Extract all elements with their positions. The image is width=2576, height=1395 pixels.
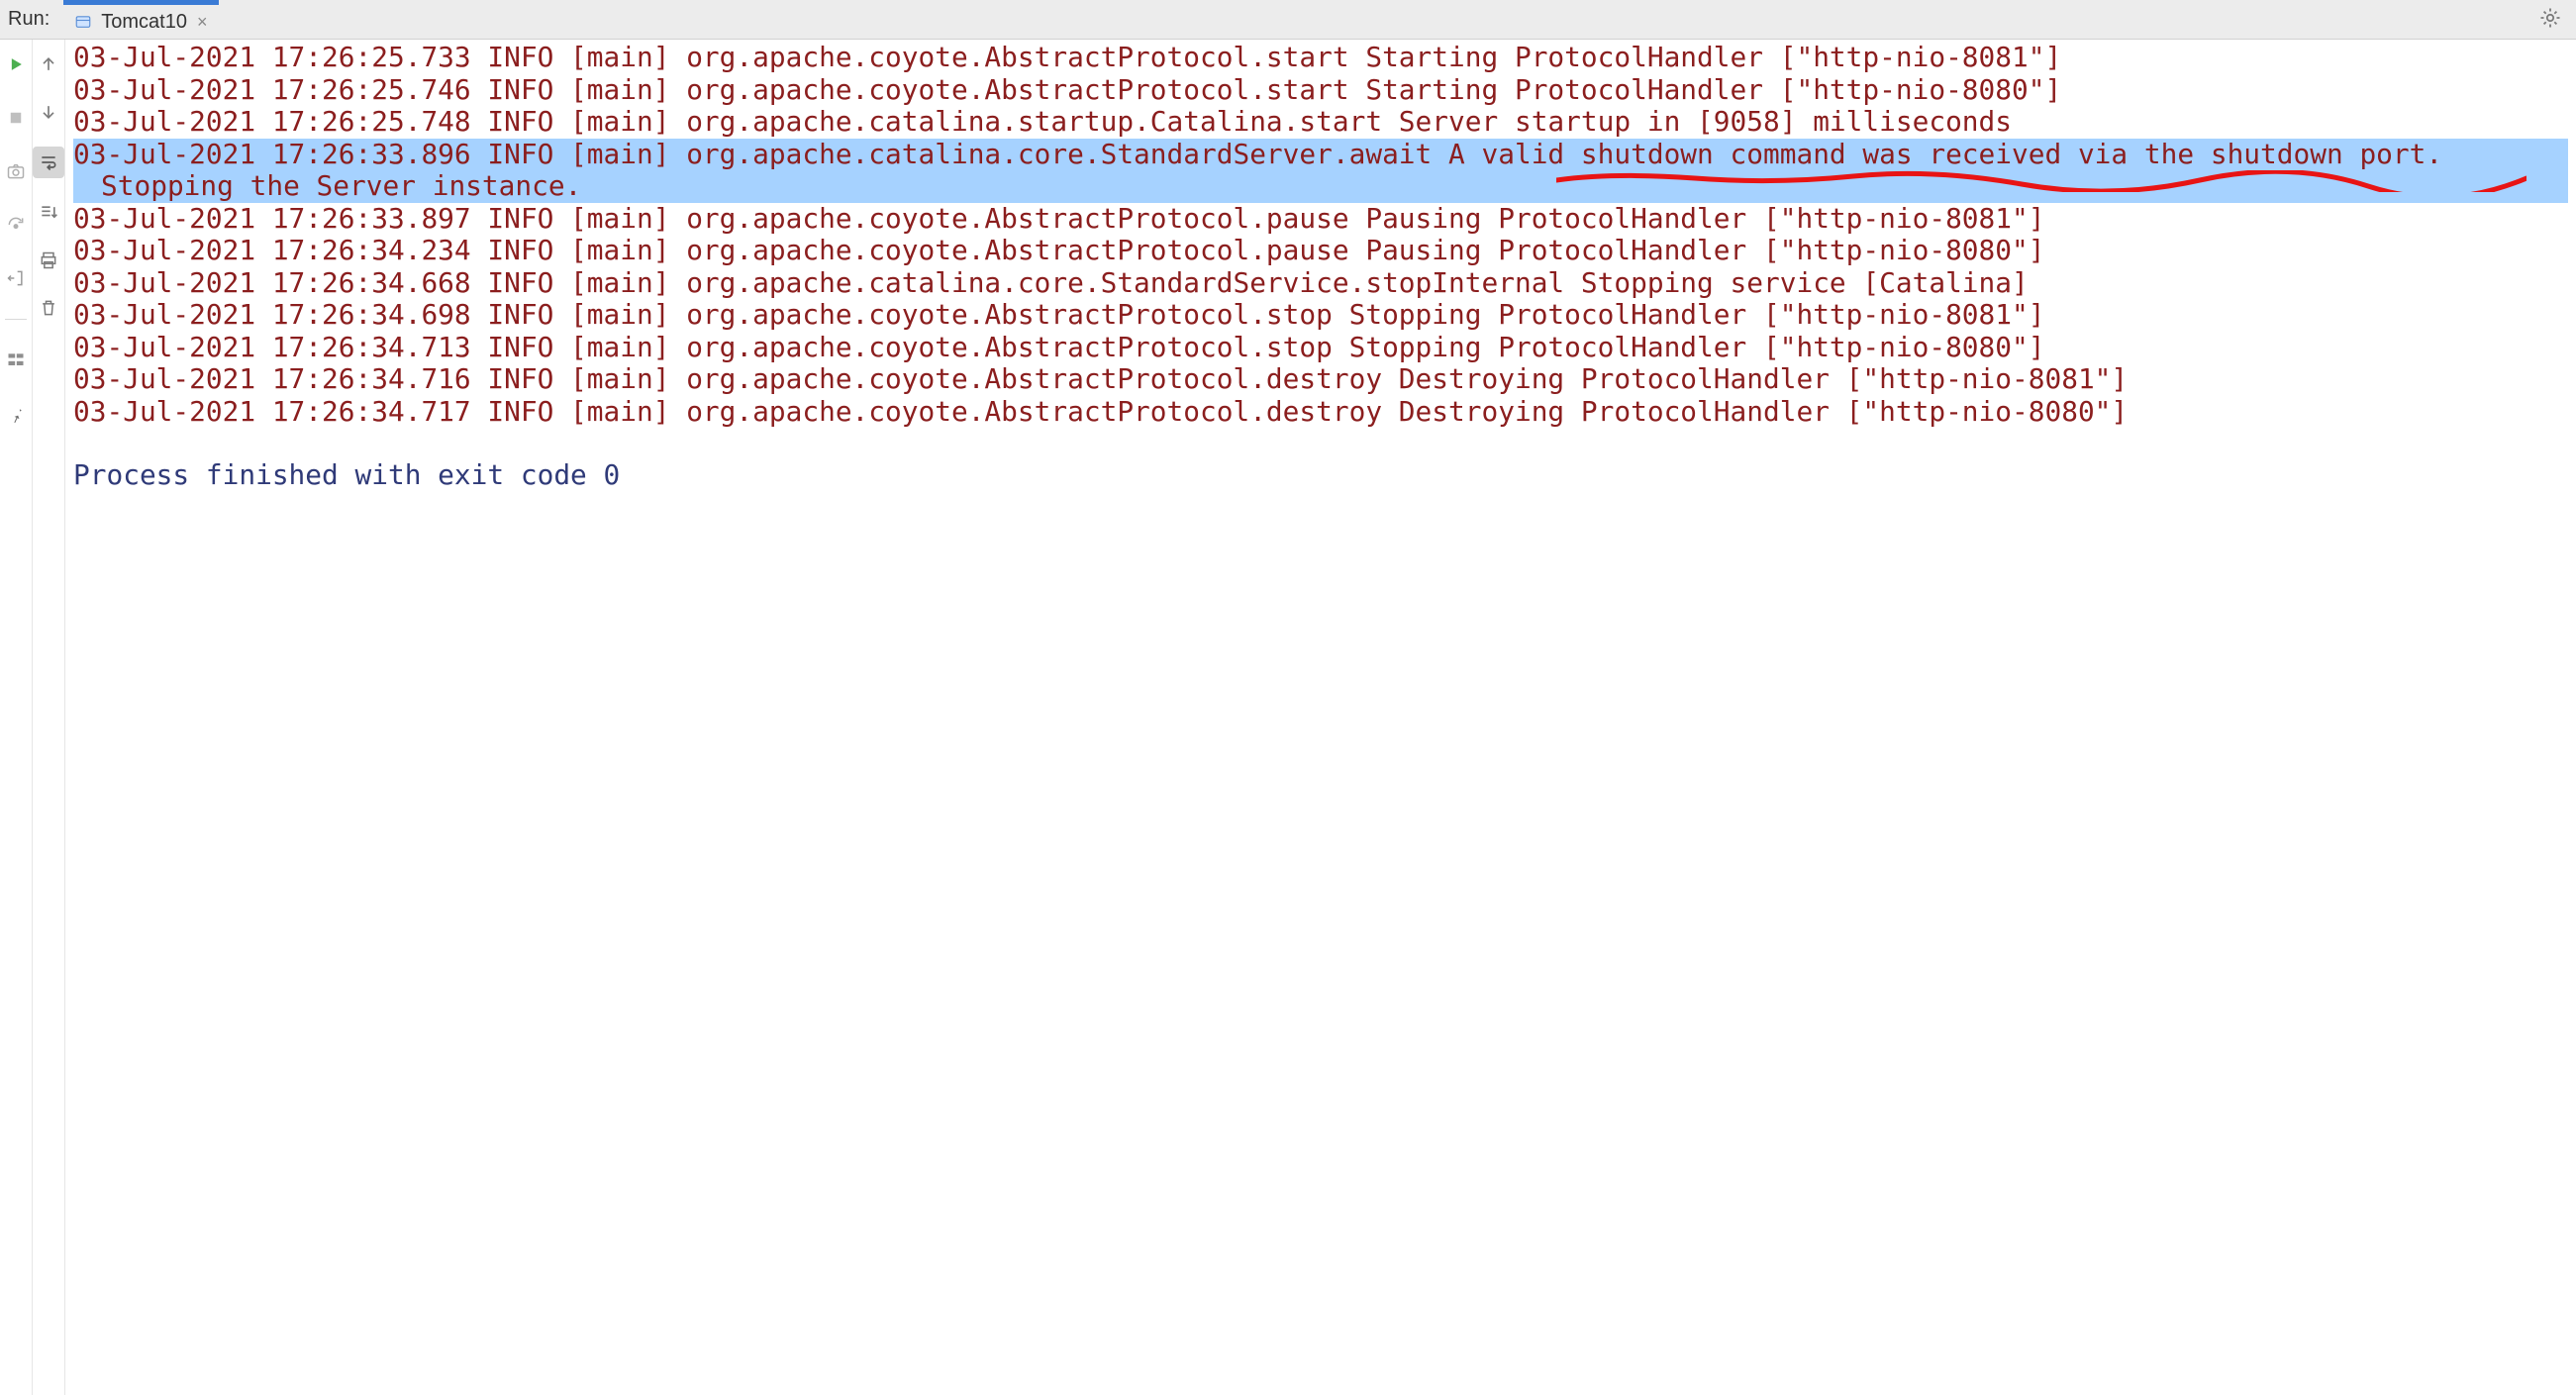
gear-icon[interactable]	[2538, 6, 2562, 35]
scroll-down-icon[interactable]	[36, 99, 61, 125]
rerun-icon[interactable]	[3, 51, 29, 77]
console-line: Process finished with exit code 0	[73, 459, 2568, 492]
close-tab-icon[interactable]: ×	[195, 12, 210, 33]
clear-icon[interactable]	[36, 295, 61, 321]
console-line: 03-Jul-2021 17:26:25.733 INFO [main] org…	[73, 42, 2568, 74]
console-line: 03-Jul-2021 17:26:34.234 INFO [main] org…	[73, 235, 2568, 267]
tab-label: Tomcat10	[101, 11, 187, 34]
console-line: 03-Jul-2021 17:26:25.746 INFO [main] org…	[73, 74, 2568, 107]
camera-icon[interactable]	[3, 158, 29, 184]
console-line: 03-Jul-2021 17:26:34.713 INFO [main] org…	[73, 332, 2568, 364]
console-output[interactable]: 03-Jul-2021 17:26:25.733 INFO [main] org…	[65, 40, 2576, 1395]
exit-icon[interactable]	[3, 265, 29, 291]
soft-wrap-icon[interactable]	[33, 147, 64, 178]
scroll-up-icon[interactable]	[36, 51, 61, 77]
run-toolbar-left	[0, 40, 33, 1395]
layout-icon[interactable]	[3, 348, 29, 373]
console-line: 03-Jul-2021 17:26:33.897 INFO [main] org…	[73, 203, 2568, 236]
tomcat-icon	[73, 12, 93, 32]
run-tab-tomcat10[interactable]: Tomcat10 ×	[63, 0, 219, 39]
run-tool-window: Run: Tomcat10 ×	[0, 0, 2576, 1395]
tab-bar: Run: Tomcat10 ×	[0, 0, 2576, 40]
stop-icon[interactable]	[3, 105, 29, 131]
pin-icon[interactable]	[3, 401, 29, 427]
scroll-to-end-icon[interactable]	[36, 200, 61, 226]
run-body: 03-Jul-2021 17:26:25.733 INFO [main] org…	[0, 40, 2576, 1395]
annotation-underline	[1556, 170, 2526, 192]
run-label: Run:	[0, 8, 63, 31]
console-line: 03-Jul-2021 17:26:33.896 INFO [main] org…	[73, 139, 2568, 203]
toolbar-separator	[5, 319, 27, 320]
console-line: 03-Jul-2021 17:26:34.698 INFO [main] org…	[73, 299, 2568, 332]
console-line: 03-Jul-2021 17:26:34.716 INFO [main] org…	[73, 363, 2568, 396]
print-icon[interactable]	[36, 248, 61, 273]
console-toolbar	[33, 40, 65, 1395]
console-line: 03-Jul-2021 17:26:34.668 INFO [main] org…	[73, 267, 2568, 300]
console-line	[73, 428, 2568, 459]
debug-restart-icon[interactable]	[3, 212, 29, 238]
console-line: 03-Jul-2021 17:26:34.717 INFO [main] org…	[73, 396, 2568, 429]
console-line: 03-Jul-2021 17:26:25.748 INFO [main] org…	[73, 106, 2568, 139]
